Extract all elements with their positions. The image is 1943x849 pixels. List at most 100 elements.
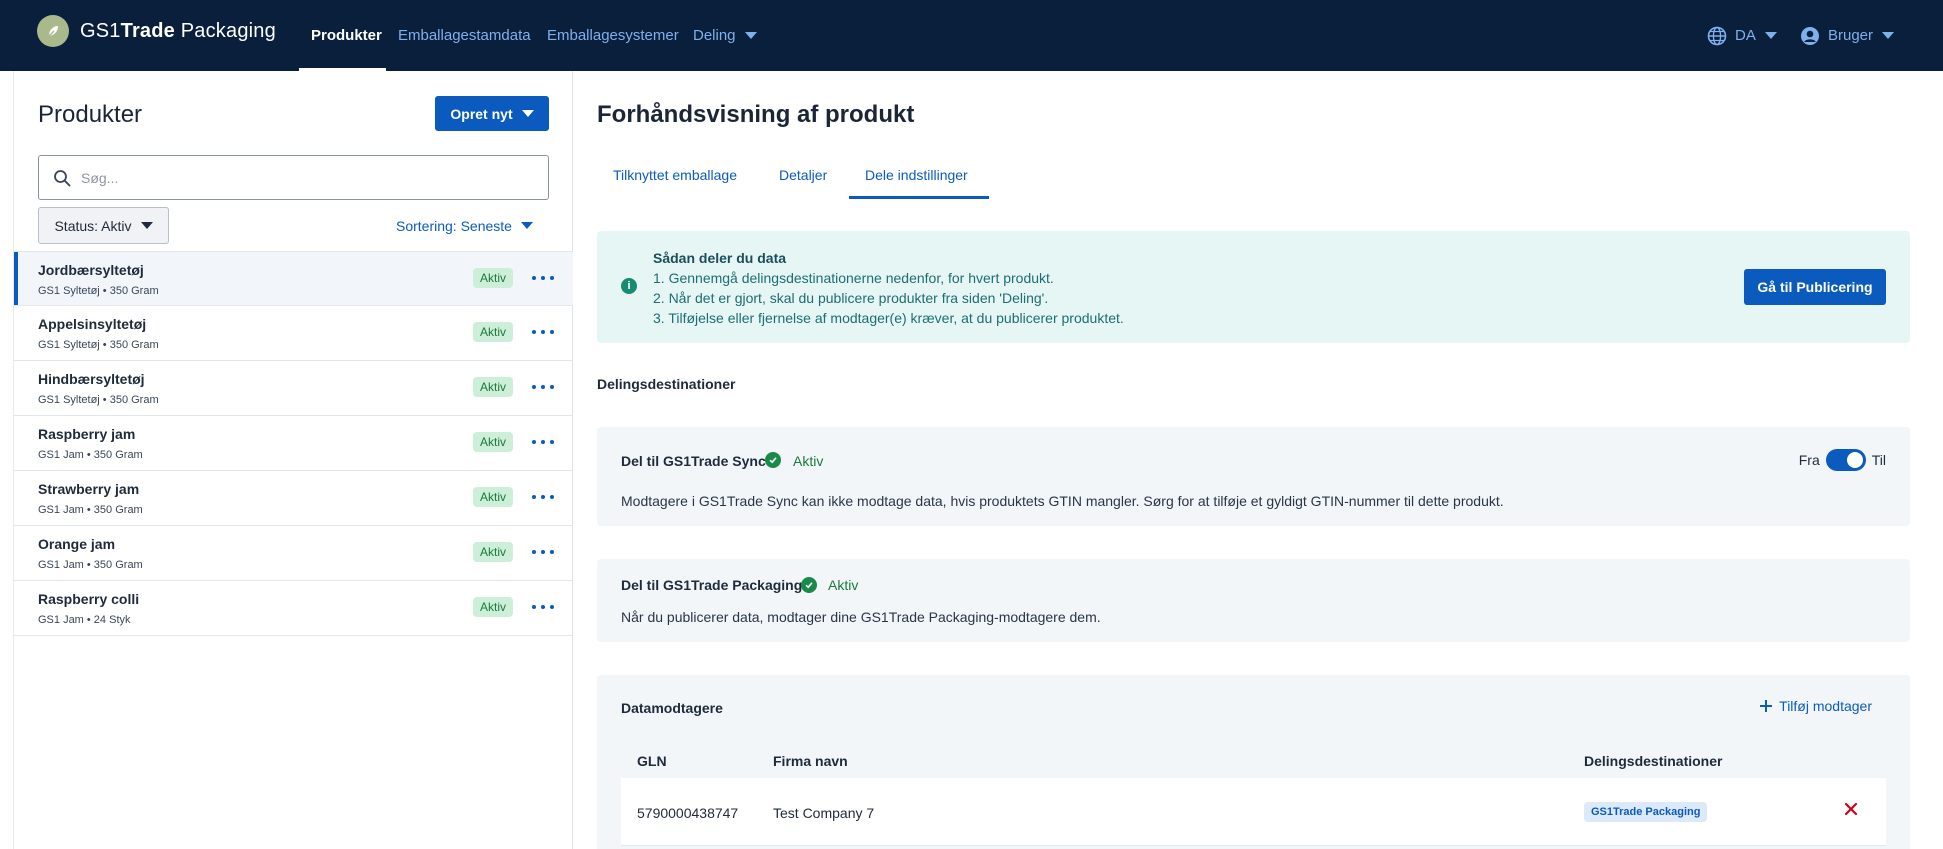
- sync-card-description: Modtagere i GS1Trade Sync kan ikke modta…: [621, 493, 1504, 509]
- more-options-icon[interactable]: [532, 487, 554, 507]
- chevron-down-icon: [520, 222, 533, 229]
- product-row[interactable]: Jordbærsyltetøj GS1 Syltetøj • 350 Gram …: [14, 251, 573, 306]
- search-icon: [54, 169, 71, 186]
- tab-detaljer[interactable]: Detaljer: [779, 167, 827, 183]
- product-details: GS1 Jam • 350 Gram: [38, 504, 143, 516]
- packaging-card-description: Når du publicerer data, modtager dine GS…: [621, 609, 1101, 625]
- product-name: Orange jam: [38, 536, 116, 552]
- language-selector[interactable]: DA: [1707, 0, 1777, 71]
- product-row[interactable]: Raspberry jam GS1 Jam • 350 Gram Aktiv: [14, 416, 573, 471]
- language-label: DA: [1735, 27, 1756, 44]
- product-name: Hindbærsyltetøj: [38, 371, 145, 387]
- globe-icon: [1707, 26, 1727, 45]
- info-step-2: 2. Når det er gjort, skal du publicere p…: [653, 290, 1049, 306]
- sort-dropdown[interactable]: Sortering: Seneste: [396, 207, 533, 244]
- check-circle-icon: [765, 452, 781, 468]
- add-recipient-button[interactable]: Tilføj modtager: [1759, 698, 1872, 714]
- status-badge: Aktiv: [473, 377, 514, 397]
- nav-produkter[interactable]: Produkter: [311, 0, 382, 71]
- status-badge: Aktiv: [473, 322, 514, 342]
- product-details: GS1 Syltetøj • 350 Gram: [38, 285, 159, 297]
- column-header-destinations: Delingsdestinationer: [1584, 753, 1723, 769]
- info-step-1: 1. Gennemgå delingsdestinationerne neden…: [653, 270, 1054, 286]
- more-options-icon[interactable]: [532, 597, 554, 617]
- product-name: Appelsinsyltetøj: [38, 316, 147, 332]
- packaging-status: Aktiv: [828, 577, 859, 593]
- top-navigation-bar: GS1Trade Packaging Produkter Emballagest…: [0, 0, 1943, 71]
- user-label: Bruger: [1828, 27, 1874, 44]
- tab-active-indicator: [849, 196, 989, 199]
- info-icon: i: [621, 278, 637, 294]
- destination-badge: GS1Trade Packaging: [1584, 802, 1708, 822]
- gs1trade-sync-card: Del til GS1Trade Sync Aktiv Fra Til Modt…: [597, 427, 1910, 526]
- recipient-company: Test Company 7: [773, 805, 875, 821]
- status-badge: Aktiv: [473, 432, 514, 452]
- brand-name: GS1Trade Packaging: [80, 19, 276, 42]
- product-row[interactable]: Hindbærsyltetøj GS1 Syltetøj • 350 Gram …: [14, 361, 573, 416]
- go-to-publishing-button[interactable]: Gå til Publicering: [1744, 269, 1886, 305]
- table-row: 5790000438747 Test Company 7 GS1Trade Pa…: [621, 778, 1886, 846]
- check-circle-icon: [801, 577, 817, 593]
- sharing-destinations-heading: Delingsdestinationer: [597, 376, 736, 392]
- recipient-gln: 5790000438747: [637, 805, 739, 821]
- more-options-icon[interactable]: [532, 542, 554, 562]
- status-badge: Aktiv: [473, 597, 514, 617]
- status-badge: Aktiv: [473, 542, 514, 562]
- search-box[interactable]: [38, 155, 549, 200]
- info-title: Sådan deler du data: [653, 250, 787, 266]
- page-title: Produkter: [38, 101, 143, 128]
- nav-emballagesystemer[interactable]: Emballagesystemer: [547, 0, 679, 71]
- create-new-button[interactable]: Opret nyt: [435, 96, 549, 131]
- sync-status: Aktiv: [793, 453, 824, 469]
- sync-toggle-group: Fra Til: [1799, 449, 1886, 471]
- toggle-off-label: Fra: [1798, 452, 1820, 468]
- column-header-company: Firma navn: [773, 753, 848, 769]
- product-details: GS1 Syltetøj • 350 Gram: [38, 339, 159, 351]
- user-avatar-icon: [1801, 26, 1819, 45]
- preview-title: Forhåndsvisning af produkt: [597, 101, 915, 128]
- chevron-down-icon: [140, 222, 153, 229]
- product-details: GS1 Jam • 350 Gram: [38, 449, 143, 461]
- recipients-title: Datamodtagere: [621, 700, 723, 716]
- more-options-icon[interactable]: [532, 322, 554, 342]
- more-options-icon[interactable]: [532, 268, 554, 288]
- info-step-3: 3. Tilføjelse eller fjernelse af modtage…: [653, 310, 1124, 326]
- product-row[interactable]: Appelsinsyltetøj GS1 Syltetøj • 350 Gram…: [14, 306, 573, 361]
- user-menu[interactable]: Bruger: [1800, 0, 1895, 71]
- product-name: Jordbærsyltetøj: [38, 262, 144, 278]
- gs1-leaf-logo-icon: [37, 15, 69, 47]
- packaging-card-title: Del til GS1Trade Packaging: [621, 577, 803, 593]
- product-row[interactable]: Raspberry colli GS1 Jam • 24 Styk Aktiv: [14, 581, 573, 636]
- sharing-info-box: i Sådan deler du data 1. Gennemgå deling…: [597, 231, 1910, 343]
- product-details: GS1 Jam • 350 Gram: [38, 559, 143, 571]
- chevron-down-icon: [1882, 32, 1895, 39]
- tab-tilknyttet-emballage[interactable]: Tilknyttet emballage: [613, 167, 737, 183]
- product-details: GS1 Syltetøj • 350 Gram: [38, 394, 159, 406]
- plus-icon: [1760, 700, 1773, 712]
- sync-toggle-switch[interactable]: [1825, 449, 1866, 471]
- product-name: Raspberry jam: [38, 426, 136, 442]
- toggle-on-label: Til: [1871, 452, 1886, 468]
- search-input[interactable]: [81, 169, 521, 186]
- more-options-icon[interactable]: [532, 432, 554, 452]
- status-filter-dropdown[interactable]: Status: Aktiv: [38, 207, 169, 244]
- nav-emballagestamdata[interactable]: Emballagestamdata: [398, 0, 531, 71]
- data-recipients-card: Datamodtagere Tilføj modtager GLN Firma …: [597, 675, 1910, 849]
- more-options-icon[interactable]: [532, 377, 554, 397]
- nav-deling-dropdown[interactable]: Deling: [693, 0, 757, 71]
- app-logo[interactable]: GS1Trade Packaging: [37, 15, 276, 47]
- product-list: Jordbærsyltetøj GS1 Syltetøj • 350 Gram …: [14, 251, 573, 636]
- sync-card-title: Del til GS1Trade Sync: [621, 453, 766, 469]
- gs1trade-packaging-card: Del til GS1Trade Packaging Aktiv Når du …: [597, 559, 1910, 642]
- chevron-down-icon: [744, 32, 757, 39]
- product-name: Strawberry jam: [38, 481, 140, 497]
- product-row[interactable]: Strawberry jam GS1 Jam • 350 Gram Aktiv: [14, 471, 573, 526]
- chevron-down-icon: [521, 110, 534, 117]
- product-name: Raspberry colli: [38, 591, 140, 607]
- product-row[interactable]: Orange jam GS1 Jam • 350 Gram Aktiv: [14, 526, 573, 581]
- chevron-down-icon: [1764, 32, 1777, 39]
- product-list-panel: Produkter Opret nyt Status: Aktiv Sorter…: [13, 71, 573, 849]
- product-details: GS1 Jam • 24 Styk: [38, 614, 131, 626]
- tab-dele-indstillinger[interactable]: Dele indstillinger: [865, 167, 968, 183]
- remove-recipient-icon[interactable]: [1841, 799, 1861, 819]
